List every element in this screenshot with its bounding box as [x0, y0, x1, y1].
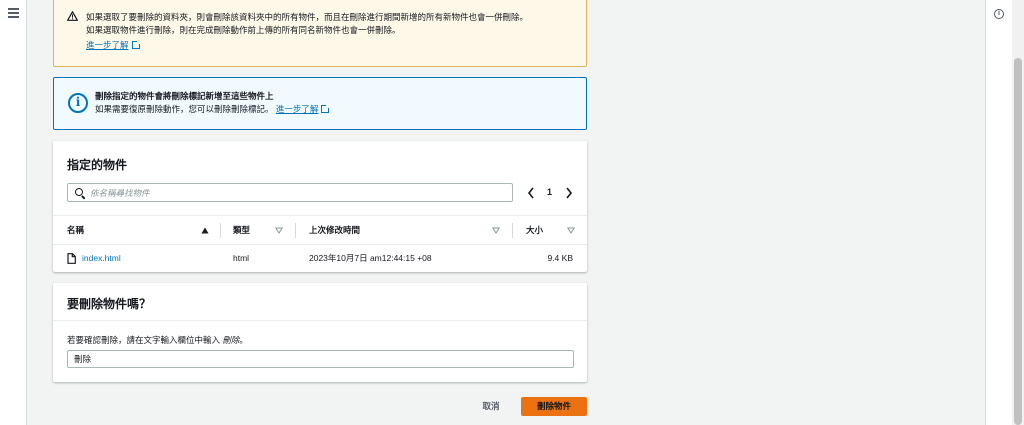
warning-text: 如果選取了要刪除的資料夾，則會刪除該資料夾中的所有物件，而且在刪除進行期間新增的…: [86, 11, 528, 52]
current-page-number[interactable]: 1: [547, 187, 552, 197]
object-size: 9.4 KB: [547, 253, 573, 263]
column-header-last-modified-label: 上次修改時間: [309, 225, 361, 235]
object-name-link[interactable]: index.html: [82, 245, 121, 272]
specified-objects-panel: 指定的物件 1 名稱 類型 上次修改時間 大小: [53, 141, 587, 272]
search-icon: [75, 188, 83, 196]
column-header-name[interactable]: 名稱: [67, 216, 217, 245]
page-scrollbar[interactable]: [1012, 0, 1024, 425]
previous-page-icon[interactable]: [526, 186, 536, 200]
next-page-icon[interactable]: [564, 186, 574, 200]
info-icon[interactable]: i: [994, 9, 1004, 19]
column-header-name-label: 名稱: [67, 225, 85, 235]
table-row: index.html html 2023年10月7日 am12:44:15 +0…: [53, 245, 587, 272]
confirm-hint-prefix: 若要確認刪除，請在文字輸入欄位中輸入: [67, 335, 223, 345]
sort-icon: [567, 227, 575, 234]
confirm-hint: 若要確認刪除，請在文字輸入欄位中輸入 刪除。: [67, 334, 248, 346]
cancel-button[interactable]: 取消: [472, 397, 510, 416]
sort-icon: [275, 227, 283, 234]
pagination: 1: [523, 185, 579, 201]
column-header-type-label: 類型: [233, 225, 251, 235]
scrollbar-thumb[interactable]: [1014, 58, 1022, 425]
hamburger-menu-icon[interactable]: [8, 8, 19, 18]
info-learn-more-link[interactable]: 進一步了解: [276, 104, 319, 114]
warning-alert: 如果選取了要刪除的資料夾，則會刪除該資料夾中的所有物件，而且在刪除進行期間新增的…: [53, 0, 587, 67]
delete-objects-button[interactable]: 刪除物件: [521, 397, 587, 416]
info-title: 刪除指定的物件會將刪除標記新增至這些物件上: [95, 91, 274, 101]
sort-ascending-icon: [201, 227, 209, 234]
column-header-size[interactable]: 大小: [526, 216, 576, 245]
warning-line-2: 如果選取物件進行刪除，則在完成刪除動作前上傳的所有同名新物件也會一併刪除。: [86, 25, 401, 35]
objects-table-header: 名稱 類型 上次修改時間 大小: [53, 215, 587, 245]
column-header-type[interactable]: 類型: [233, 216, 285, 245]
warning-triangle-icon: [67, 11, 78, 21]
confirm-hint-keyword: 刪除: [222, 335, 240, 345]
left-navigation-rail: [0, 0, 27, 425]
object-search-box[interactable]: [67, 183, 513, 202]
confirm-panel-body: 若要確認刪除，請在文字輸入欄位中輸入 刪除。: [53, 320, 587, 382]
confirm-panel-title: 要刪除物件嗎？: [67, 297, 152, 311]
warning-line-1: 如果選取了要刪除的資料夾，則會刪除該資料夾中的所有物件，而且在刪除進行期間新增的…: [86, 12, 529, 22]
file-icon: [67, 253, 76, 264]
column-header-last-modified[interactable]: 上次修改時間: [309, 216, 502, 245]
column-divider: [295, 223, 296, 238]
object-last-modified: 2023年10月7日 am12:44:15 +08: [309, 253, 432, 263]
external-link-icon[interactable]: [131, 40, 141, 49]
warning-learn-more-link[interactable]: 進一步了解: [86, 40, 129, 50]
confirm-delete-input[interactable]: [67, 350, 574, 368]
right-help-rail: i: [985, 0, 1012, 425]
info-body: 如果需要復原刪除動作，您可以刪除刪除標記。: [95, 104, 274, 114]
confirm-hint-suffix: 。: [239, 335, 248, 345]
objects-panel-title: 指定的物件: [67, 158, 128, 172]
delete-confirmation-panel: 要刪除物件嗎？ 若要確認刪除，請在文字輸入欄位中輸入 刪除。: [53, 283, 587, 382]
external-link-icon[interactable]: [321, 104, 331, 113]
info-text: 刪除指定的物件會將刪除標記新增至這些物件上 如果需要復原刪除動作，您可以刪除刪除…: [95, 90, 331, 116]
column-divider: [512, 223, 513, 238]
object-search-input[interactable]: [90, 186, 490, 199]
sort-icon: [492, 227, 500, 234]
column-divider: [220, 223, 221, 238]
column-header-size-label: 大小: [526, 225, 544, 235]
info-alert: i 刪除指定的物件會將刪除標記新增至這些物件上 如果需要復原刪除動作，您可以刪除…: [53, 77, 587, 130]
info-circle-icon: i: [68, 93, 88, 113]
object-type: html: [233, 253, 250, 263]
